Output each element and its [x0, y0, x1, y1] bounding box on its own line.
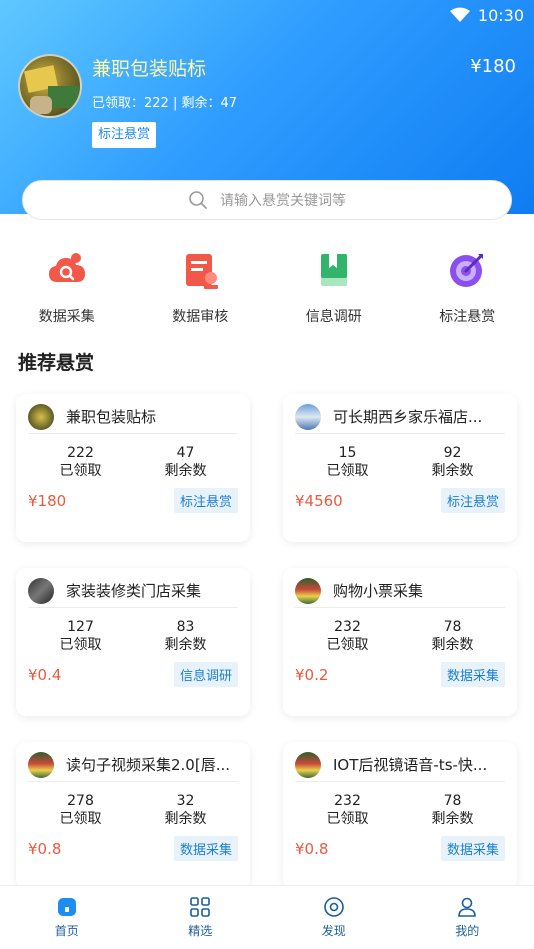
banner-title[interactable]: 兼职包装贴标: [92, 54, 206, 81]
bookmark-book-icon: [308, 244, 360, 296]
card-tag[interactable]: 数据采集: [440, 662, 505, 687]
quick-action-annotation[interactable]: 标注悬赏: [401, 244, 534, 326]
claimed-count: 232: [334, 619, 361, 635]
banner-avatar[interactable]: [18, 54, 82, 118]
search-icon: [189, 191, 207, 209]
reward-card[interactable]: 家装装修类门店采集 127 已领取 83 剩余数 ¥0.4 信息调研: [16, 568, 250, 716]
card-title: IOT后视镜语音-ts-快...: [333, 756, 488, 774]
claimed-label: 已领取: [59, 637, 102, 653]
card-avatar: [28, 403, 54, 430]
claimed-label: 已领取: [59, 463, 102, 479]
card-tag[interactable]: 标注悬赏: [440, 488, 505, 513]
tab-discover[interactable]: 发现: [267, 886, 401, 949]
card-avatar: [295, 403, 321, 430]
quick-action-label: 标注悬赏: [439, 309, 496, 325]
quick-action-label: 信息调研: [305, 309, 362, 325]
card-avatar: [295, 577, 321, 604]
banner-tag[interactable]: 标注悬赏: [92, 122, 157, 148]
card-price: ¥0.8: [295, 839, 329, 858]
reward-card[interactable]: IOT后视镜语音-ts-快... 232 已领取 78 剩余数 ¥0.8 数据采集: [283, 742, 517, 890]
remaining-label: 剩余数: [431, 637, 474, 653]
home-icon: [57, 898, 76, 916]
remaining-count: 78: [443, 619, 462, 635]
tab-featured[interactable]: 精选: [134, 886, 268, 949]
claimed-label: 已领取: [59, 811, 102, 827]
claimed-count: 232: [334, 793, 361, 809]
user-icon: [458, 897, 477, 917]
remaining-count: 47: [176, 445, 195, 461]
quick-action-data-collection[interactable]: 数据采集: [0, 244, 134, 326]
card-title: 兼职包装贴标: [66, 408, 157, 426]
search-placeholder: 请输入悬赏关键词等: [220, 193, 346, 209]
remaining-label: 剩余数: [431, 811, 474, 827]
quick-action-label: 数据审核: [172, 309, 229, 325]
compass-icon: [323, 897, 344, 917]
claimed-count: 278: [67, 793, 94, 809]
banner-stats: 已领取：222 | 剩余：47: [92, 96, 237, 111]
card-avatar: [28, 577, 54, 604]
remaining-label: 剩余数: [164, 463, 207, 479]
tab-label: 精选: [188, 924, 213, 938]
remaining-label: 剩余数: [431, 463, 474, 479]
wifi-icon: [449, 7, 470, 22]
status-bar: 10:30: [449, 4, 524, 26]
search-input[interactable]: 请输入悬赏关键词等: [22, 180, 512, 220]
remaining-count: 83: [176, 619, 195, 635]
reward-card[interactable]: 可长期西乡家乐福店... 15 已领取 92 剩余数 ¥4560 标注悬赏: [283, 394, 517, 542]
remaining-count: 32: [176, 793, 195, 809]
claimed-label: 已领取: [326, 463, 369, 479]
card-tag[interactable]: 标注悬赏: [173, 488, 238, 513]
bottom-tabbar: 首页 精选 发现 我的: [0, 885, 534, 949]
reward-card[interactable]: 购物小票采集 232 已领取 78 剩余数 ¥0.2 数据采集: [283, 568, 517, 716]
claimed-label: 已领取: [326, 811, 369, 827]
section-title: 推荐悬赏: [18, 352, 95, 374]
card-price: ¥0.4: [28, 665, 62, 684]
reward-card[interactable]: 读句子视频采集2.0[唇... 278 已领取 32 剩余数 ¥0.8 数据采集: [16, 742, 250, 890]
card-price: ¥4560: [295, 491, 343, 510]
card-avatar: [28, 751, 54, 778]
target-icon: [441, 244, 493, 296]
tab-label: 我的: [455, 924, 480, 938]
tab-mine[interactable]: 我的: [401, 886, 534, 949]
card-tag[interactable]: 数据采集: [440, 836, 505, 861]
remaining-label: 剩余数: [164, 811, 207, 827]
banner-price: ¥180: [470, 56, 516, 77]
claimed-label: 已领取: [326, 637, 369, 653]
status-time: 10:30: [477, 5, 524, 25]
card-price: ¥180: [28, 491, 67, 510]
remaining-count: 78: [443, 793, 462, 809]
claimed-count: 222: [67, 445, 94, 461]
quick-actions: 数据采集 数据审核 信息调研 标注悬赏: [0, 244, 534, 326]
card-title: 可长期西乡家乐福店...: [333, 408, 483, 426]
card-avatar: [295, 751, 321, 778]
quick-action-data-review[interactable]: 数据审核: [134, 244, 268, 326]
card-title: 家装装修类门店采集: [66, 582, 202, 600]
document-review-icon: [174, 244, 226, 296]
card-price: ¥0.2: [295, 665, 329, 684]
tab-label: 发现: [321, 924, 346, 938]
card-price: ¥0.8: [28, 839, 62, 858]
remaining-label: 剩余数: [164, 637, 207, 653]
cloud-search-icon: [41, 244, 93, 296]
claimed-count: 15: [338, 445, 357, 461]
remaining-count: 92: [443, 445, 462, 461]
quick-action-label: 数据采集: [38, 309, 95, 325]
tab-home[interactable]: 首页: [0, 886, 134, 949]
claimed-count: 127: [67, 619, 94, 635]
card-title: 购物小票采集: [333, 582, 424, 600]
card-tag[interactable]: 信息调研: [173, 662, 238, 687]
card-title: 读句子视频采集2.0[唇...: [66, 756, 231, 774]
card-tag[interactable]: 数据采集: [173, 836, 238, 861]
grid-icon: [190, 897, 211, 917]
reward-card[interactable]: 兼职包装贴标 222 已领取 47 剩余数 ¥180 标注悬赏: [16, 394, 250, 542]
quick-action-research[interactable]: 信息调研: [267, 244, 401, 326]
tab-label: 首页: [54, 924, 79, 938]
